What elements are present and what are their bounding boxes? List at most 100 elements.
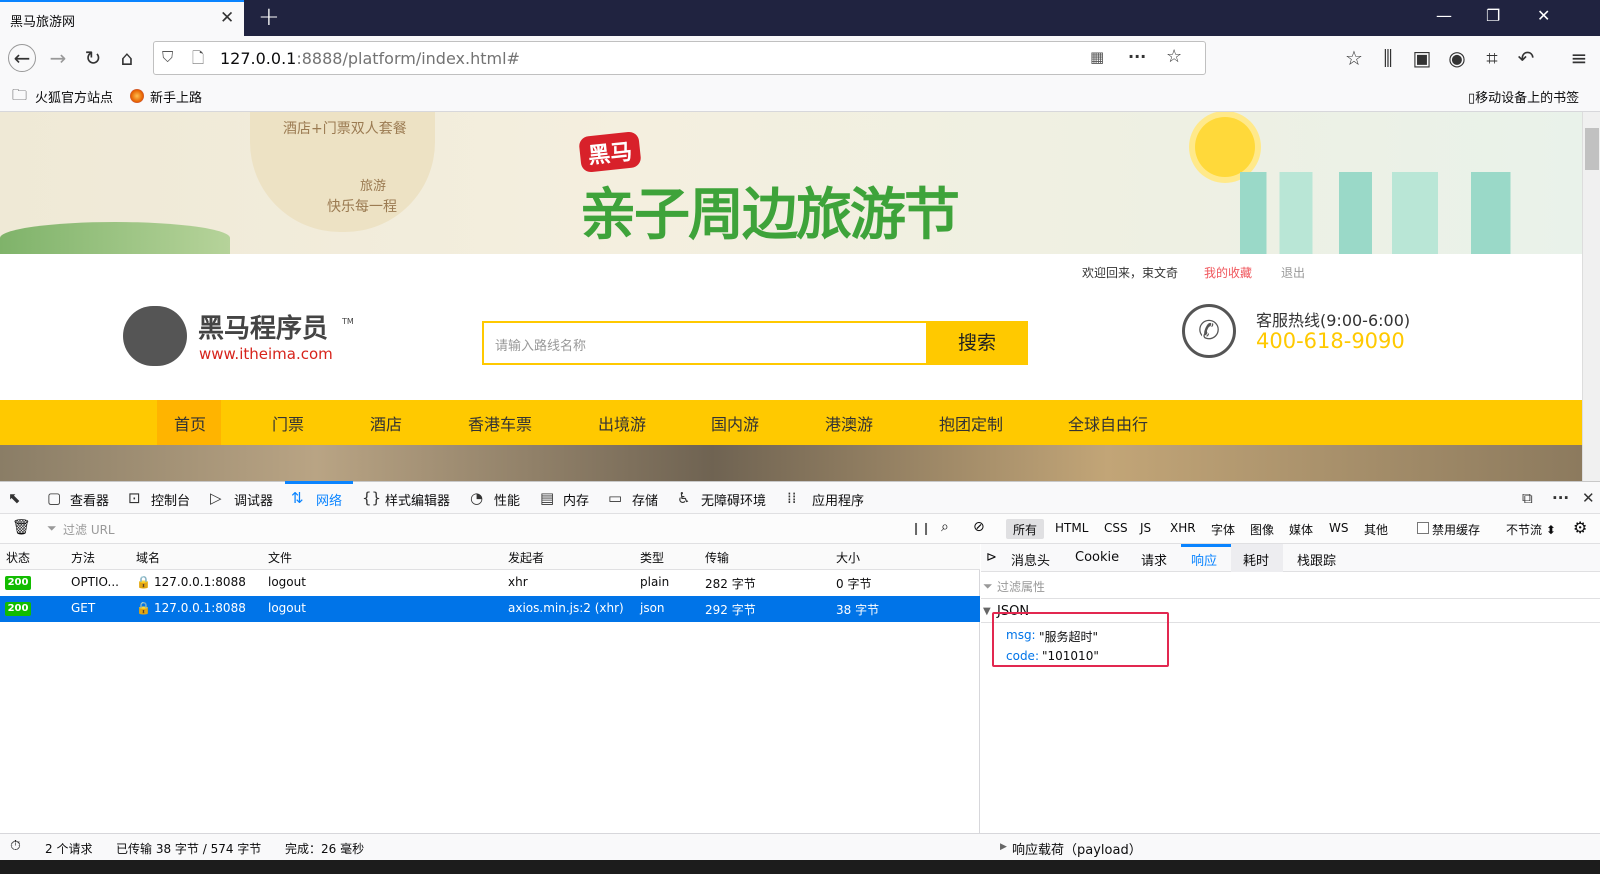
tool-storage[interactable]: 存储 xyxy=(632,490,658,509)
col-transfer[interactable]: 传输 xyxy=(705,549,729,566)
page-actions-icon[interactable]: ··· xyxy=(1128,47,1146,66)
devtools-menu-icon[interactable]: ··· xyxy=(1552,489,1569,507)
tab-response[interactable]: 响应 xyxy=(1191,550,1217,569)
col-initiator[interactable]: 发起者 xyxy=(508,549,544,566)
tab-cookie[interactable]: Cookie xyxy=(1075,550,1119,565)
type-html[interactable]: HTML xyxy=(1055,521,1088,535)
type-js[interactable]: JS xyxy=(1140,521,1151,535)
tool-network[interactable]: 网络 xyxy=(316,490,342,509)
reload-icon[interactable]: ↻ xyxy=(79,44,107,72)
scroll-thumb[interactable] xyxy=(1585,128,1599,170)
bookmark-getting-started[interactable]: 新手上路 xyxy=(150,87,202,106)
stopwatch-icon[interactable]: ⏱ xyxy=(10,838,21,854)
col-file[interactable]: 文件 xyxy=(268,549,292,566)
col-size[interactable]: 大小 xyxy=(836,549,860,566)
tool-application[interactable]: 应用程序 xyxy=(812,490,864,509)
favorites-link[interactable]: 我的收藏 xyxy=(1204,264,1252,281)
search-input[interactable]: 请输入路线名称 xyxy=(482,321,929,365)
pocket-icon[interactable]: ☆ xyxy=(1340,44,1368,72)
tab-stack[interactable]: 栈跟踪 xyxy=(1297,550,1336,569)
filter-props-input[interactable]: 过滤属性 xyxy=(997,578,1045,595)
nav-tickets[interactable]: 门票 xyxy=(272,411,304,435)
type-media[interactable]: 媒体 xyxy=(1289,521,1313,538)
disable-cache-checkbox[interactable] xyxy=(1417,522,1429,534)
type-other[interactable]: 其他 xyxy=(1364,521,1388,538)
tool-debugger[interactable]: 调试器 xyxy=(234,490,273,509)
tab-close-icon[interactable]: ✕ xyxy=(220,8,234,28)
nav-home[interactable]: 首页 xyxy=(174,411,206,435)
table-row[interactable]: 200 OPTIO... 🔒 127.0.0.1:8088 logout xhr… xyxy=(0,570,980,596)
status-badge: 200 xyxy=(5,602,31,616)
tool-style-editor[interactable]: 样式编辑器 xyxy=(385,490,450,509)
search-placeholder: 请输入路线名称 xyxy=(495,339,587,354)
trash-icon[interactable]: 🗑 xyxy=(12,518,31,536)
dock-icon[interactable]: ⧉ xyxy=(1522,489,1533,507)
bookmark-firefox-site[interactable]: 火狐官方站点 xyxy=(35,87,113,106)
back-icon[interactable]: ← xyxy=(8,44,36,72)
tool-console[interactable]: 控制台 xyxy=(151,490,190,509)
settings-gear-icon[interactable]: ⚙ xyxy=(1573,518,1587,537)
type-all[interactable]: 所有 xyxy=(1013,521,1037,538)
finish-time: 完成：26 毫秒 xyxy=(285,842,365,856)
bookmark-star-icon[interactable]: ☆ xyxy=(1166,46,1182,67)
payload-label[interactable]: 响应载荷（payload） xyxy=(1012,839,1142,858)
qr-code-icon[interactable]: ▦ xyxy=(1090,48,1104,66)
screenshot-icon[interactable]: ⌗ xyxy=(1478,44,1506,72)
browser-tab[interactable]: 黑马旅游网 ✕ xyxy=(0,0,244,36)
toggle-sidebar-icon[interactable]: ⊳ xyxy=(986,550,997,565)
tool-inspector[interactable]: 查看器 xyxy=(70,490,109,509)
col-method[interactable]: 方法 xyxy=(71,549,95,566)
url-bar[interactable]: ⛉ 🗋 127.0.0.1:8888/platform/index.html# … xyxy=(153,41,1206,75)
account-icon[interactable]: ◉ xyxy=(1443,44,1471,72)
nav-outbound[interactable]: 出境游 xyxy=(598,411,646,435)
collapse-arrow-icon[interactable]: ▶ xyxy=(1000,842,1007,852)
tab-timings[interactable]: 耗时 xyxy=(1243,550,1269,569)
sidebar-icon[interactable]: ▣ xyxy=(1408,44,1436,72)
expand-arrow-icon[interactable]: ▼ xyxy=(983,606,991,617)
banner[interactable]: 酒店+门票双人套餐 旅游 快乐每一程 黑马 亲子周边旅游节 xyxy=(0,112,1582,254)
logout-link[interactable]: 退出 xyxy=(1281,264,1305,281)
element-picker-icon[interactable]: ⬉ xyxy=(8,489,21,507)
nav-hk-macau[interactable]: 港澳游 xyxy=(825,411,873,435)
forward-icon[interactable]: → xyxy=(44,44,72,72)
page-info-icon[interactable]: 🗋 xyxy=(192,48,204,73)
tool-performance[interactable]: 性能 xyxy=(494,490,520,509)
type-ws[interactable]: WS xyxy=(1329,521,1348,535)
table-row-selected[interactable]: 200 GET 🔒 127.0.0.1:8088 logout axios.mi… xyxy=(0,596,980,622)
undo-icon[interactable]: ↶ xyxy=(1512,44,1540,72)
minimize-icon[interactable]: — xyxy=(1436,6,1452,25)
block-icon[interactable]: ⊘ xyxy=(973,519,985,535)
pause-icon[interactable]: ❙❙ xyxy=(911,521,931,535)
tool-accessibility[interactable]: 无障碍环境 xyxy=(701,490,766,509)
window-close-icon[interactable]: ✕ xyxy=(1537,6,1550,25)
library-icon[interactable]: ⫼ xyxy=(1374,44,1402,72)
nav-global[interactable]: 全球自由行 xyxy=(1068,411,1148,435)
nav-custom[interactable]: 抱团定制 xyxy=(939,411,1003,435)
search-button[interactable]: 搜索 xyxy=(926,321,1028,365)
type-fonts[interactable]: 字体 xyxy=(1211,521,1235,538)
type-css[interactable]: CSS xyxy=(1104,521,1128,535)
tool-memory[interactable]: 内存 xyxy=(563,490,589,509)
nav-hotel[interactable]: 酒店 xyxy=(370,411,402,435)
col-status[interactable]: 状态 xyxy=(6,549,30,566)
nav-hk-bus[interactable]: 香港车票 xyxy=(468,411,532,435)
type-images[interactable]: 图像 xyxy=(1250,521,1274,538)
tab-headers[interactable]: 消息头 xyxy=(1011,550,1050,569)
type-xhr[interactable]: XHR xyxy=(1170,521,1196,535)
devtools-close-icon[interactable]: ✕ xyxy=(1582,489,1595,507)
menu-icon[interactable]: ≡ xyxy=(1565,44,1593,72)
tab-request[interactable]: 请求 xyxy=(1141,550,1167,569)
col-domain[interactable]: 域名 xyxy=(136,549,160,566)
home-icon[interactable]: ⌂ xyxy=(113,44,141,72)
hero-image[interactable] xyxy=(0,445,1582,481)
throttle-select[interactable]: 不节流 ⬍ xyxy=(1506,521,1556,538)
page-scrollbar[interactable] xyxy=(1582,112,1600,481)
mobile-bookmarks[interactable]: ▯移动设备上的书签 xyxy=(1468,87,1579,106)
nav-domestic[interactable]: 国内游 xyxy=(711,411,759,435)
active-tool-indicator xyxy=(285,481,353,484)
col-type[interactable]: 类型 xyxy=(640,549,664,566)
search-icon[interactable]: ⌕ xyxy=(941,519,949,535)
new-tab-button[interactable]: + xyxy=(258,2,280,32)
restore-icon[interactable]: ❐ xyxy=(1486,6,1500,25)
filter-url-input[interactable]: 过滤 URL xyxy=(63,521,115,538)
